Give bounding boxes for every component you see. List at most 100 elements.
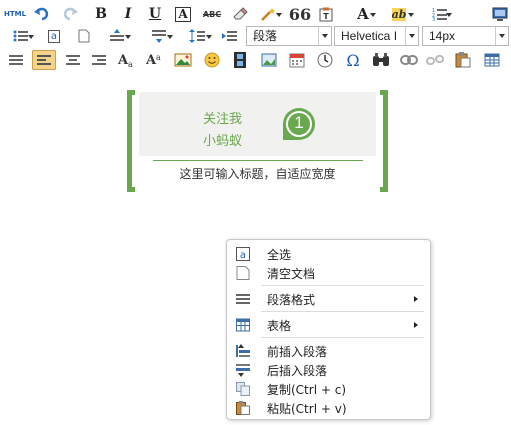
row-spacing-bottom-button[interactable] (142, 26, 176, 46)
menu-item-paragraph-format[interactable]: 段落格式 (227, 290, 430, 308)
underline-button[interactable]: U (146, 4, 164, 24)
select-all-label: a (47, 29, 61, 43)
insert-link-button[interactable] (398, 50, 420, 70)
menu-separator (261, 285, 424, 286)
chevron-down-icon (495, 27, 508, 45)
bold-button[interactable]: B (92, 4, 110, 24)
source-code-button[interactable]: HTML (4, 4, 26, 24)
strikethrough-button[interactable]: ABC (200, 4, 224, 24)
toolbar-row-3: Aa Aa Ω (0, 48, 511, 72)
menu-item-label: 后插入段落 (267, 364, 328, 378)
copy-icon (236, 382, 250, 396)
preview-icon (492, 7, 508, 21)
backcolor-button[interactable]: ab (384, 4, 414, 24)
eraser-icon (233, 7, 248, 20)
forecolor-button[interactable]: A (350, 4, 376, 24)
font-family-select[interactable]: Helvetica I (334, 26, 419, 46)
paragraph-select[interactable]: 段落 (246, 26, 332, 46)
unlink-icon (426, 55, 444, 65)
eraser-button[interactable] (230, 4, 250, 24)
underline-label: U (148, 6, 162, 22)
redo-icon (63, 7, 78, 21)
menu-item-label: 全选 (267, 248, 292, 262)
undo-button[interactable] (32, 4, 52, 24)
unordered-list-icon (13, 30, 28, 42)
badge-name-text: 小蚂蚁 (203, 134, 243, 149)
line-height-icon (189, 29, 205, 43)
menu-item-label: 复制(Ctrl + c) (267, 383, 346, 397)
paste-word-button[interactable] (452, 50, 474, 70)
table-icon (236, 318, 250, 332)
smiley-icon (204, 52, 220, 68)
special-chars-button[interactable]: Ω (342, 50, 364, 70)
font-border-button[interactable]: A (174, 4, 192, 24)
emotion-button[interactable] (202, 50, 222, 70)
align-left-button[interactable] (32, 50, 56, 70)
insert-date-button[interactable] (286, 50, 308, 70)
paragraph-icon (236, 292, 250, 306)
blockquote-button[interactable]: 66 (289, 4, 311, 24)
indent-button[interactable] (220, 26, 240, 46)
menu-item-copy[interactable]: 复制(Ctrl + c) (227, 380, 430, 398)
select-all-button[interactable]: a (44, 26, 64, 46)
clock-icon (317, 52, 333, 68)
ordered-list-button[interactable]: 123 (424, 4, 456, 24)
indent-icon (222, 31, 237, 41)
unordered-list-button[interactable] (6, 26, 36, 46)
badge-follow-text: 关注我 (203, 112, 243, 127)
font-size-select[interactable]: 14px (422, 26, 509, 46)
chevron-down-icon (318, 27, 331, 45)
badge-subtitle[interactable]: 这里可输入标题，自适应宽度 (139, 165, 376, 182)
line-height-button[interactable] (182, 26, 212, 46)
to-uppercase-button[interactable]: Aa (144, 50, 166, 70)
menu-item-clear-doc[interactable]: 清空文档 (227, 264, 430, 282)
title-template-badge[interactable]: 关注我 小蚂蚁 1 这里可输入标题，自适应宽度 (127, 90, 388, 192)
toolbar-row-1: HTML B I U A ABC 66 T A ab 1 2 3 (0, 2, 511, 26)
font-border-label: A (175, 6, 191, 22)
insert-video-button[interactable] (230, 50, 250, 70)
to-lowercase-button[interactable]: Aa (116, 50, 138, 70)
italic-button[interactable]: I (119, 4, 137, 24)
row-spacing-top-button[interactable] (100, 26, 134, 46)
insert-table-button[interactable] (480, 50, 504, 70)
paste-plain-button[interactable]: T (316, 4, 336, 24)
editor-toolbar: HTML B I U A ABC 66 T A ab 1 2 3 a 段落 He… (0, 0, 511, 72)
menu-separator (261, 337, 424, 338)
to-uppercase-icon: Aa (146, 53, 161, 68)
insert-time-button[interactable] (314, 50, 336, 70)
chevron-down-icon (405, 27, 418, 45)
auto-typeset-button[interactable] (256, 4, 282, 24)
italic-label: I (124, 6, 132, 22)
clear-doc-button[interactable] (74, 26, 94, 46)
link-icon (400, 55, 418, 65)
search-replace-button[interactable] (370, 50, 392, 70)
image-icon (174, 53, 192, 67)
menu-item-paste[interactable]: 粘贴(Ctrl + v) (227, 399, 430, 417)
align-center-icon (66, 55, 80, 65)
justify-icon (9, 55, 23, 65)
badge-header-area (139, 92, 376, 156)
align-left-icon (37, 55, 51, 65)
to-lowercase-icon: Aa (118, 53, 133, 68)
justify-button[interactable] (6, 50, 26, 70)
table-icon (484, 53, 500, 67)
menu-item-label: 前插入段落 (267, 345, 328, 359)
backcolor-label: ab (391, 7, 407, 21)
spacing-bottom-icon (152, 30, 166, 43)
menu-item-insert-paragraph-after[interactable]: 后插入段落 (227, 361, 430, 379)
preview-button[interactable] (490, 4, 510, 24)
align-center-button[interactable] (62, 50, 84, 70)
clear-doc-icon (78, 29, 90, 43)
insert-image-button[interactable] (172, 50, 194, 70)
menu-item-select-all[interactable]: a 全选 (227, 245, 430, 263)
badge-number: 1 (294, 113, 304, 132)
menu-item-table[interactable]: 表格 (227, 316, 430, 334)
unlink-button[interactable] (424, 50, 446, 70)
font-size-select-value: 14px (429, 29, 456, 43)
insert-gallery-button[interactable] (258, 50, 280, 70)
undo-icon (34, 7, 49, 21)
menu-item-insert-paragraph-before[interactable]: 前插入段落 (227, 342, 430, 360)
redo-button[interactable] (60, 4, 80, 24)
align-right-button[interactable] (88, 50, 110, 70)
spacing-top-icon (110, 29, 124, 41)
